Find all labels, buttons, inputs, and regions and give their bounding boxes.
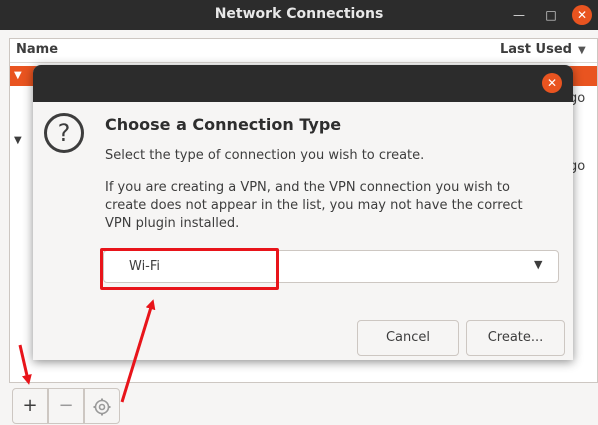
list-header: Name Last Used ▼ [10, 39, 597, 63]
column-name-header[interactable]: Name [16, 42, 58, 57]
gear-icon [93, 398, 111, 416]
bottom-toolbar: + − [9, 384, 598, 425]
sort-down-icon: ▼ [577, 45, 586, 56]
dialog-subtitle: Select the type of connection you wish t… [105, 148, 425, 163]
expander-icon[interactable]: ▼ [14, 70, 22, 81]
maximize-icon[interactable]: □ [540, 5, 562, 25]
connection-type-select[interactable]: Wi-Fi ▼ [103, 250, 559, 283]
connection-type-value: Wi-Fi [129, 259, 161, 274]
connection-type-dialog: ✕ ? Choose a Connection Type Select the … [33, 65, 573, 360]
dialog-close-icon[interactable]: ✕ [542, 73, 562, 93]
dialog-heading: Choose a Connection Type [105, 115, 342, 134]
minimize-icon[interactable]: — [508, 5, 530, 25]
cancel-button[interactable]: Cancel [357, 320, 459, 356]
window-titlebar: Network Connections — □ ✕ [0, 0, 598, 30]
group-expander-icon[interactable]: ▼ [14, 135, 22, 146]
close-icon[interactable]: ✕ [572, 5, 592, 25]
remove-connection-button[interactable]: − [48, 388, 84, 424]
dialog-info-text: If you are creating a VPN, and the VPN c… [105, 180, 523, 231]
column-last-used-label: Last Used [500, 42, 572, 57]
column-last-used-header[interactable]: Last Used ▼ [500, 42, 586, 57]
add-connection-button[interactable]: + [12, 388, 48, 424]
dropdown-arrow-icon: ▼ [534, 258, 543, 271]
question-icon: ? [44, 113, 84, 153]
settings-button[interactable] [84, 388, 120, 424]
create-button[interactable]: Create... [466, 320, 565, 356]
dialog-titlebar: ✕ [33, 65, 573, 102]
